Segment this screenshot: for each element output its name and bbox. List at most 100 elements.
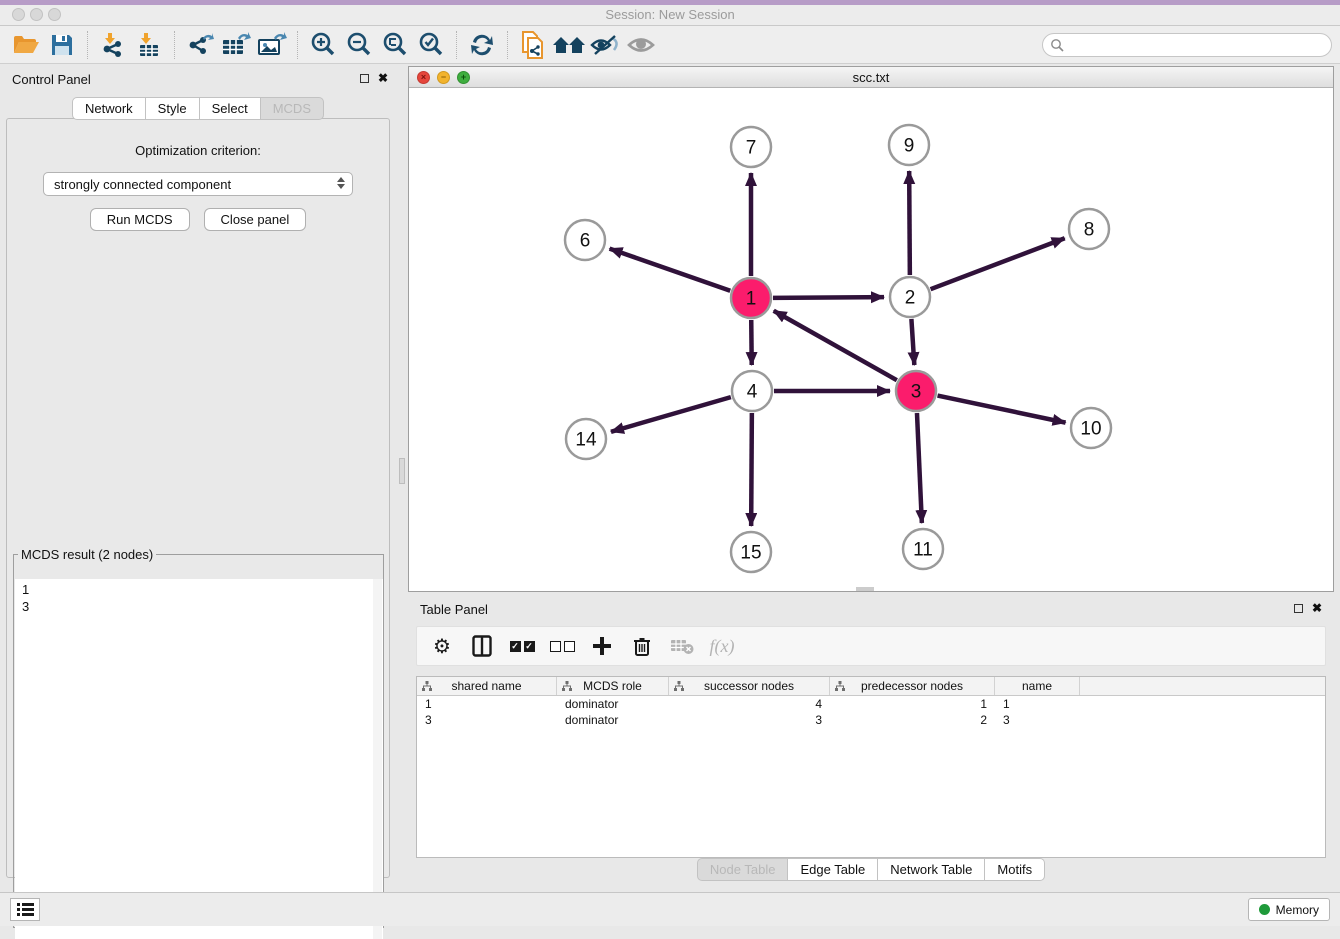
search-input[interactable] [1042,33,1332,57]
table-cell: 1 [830,696,995,712]
tab-motifs[interactable]: Motifs [985,858,1045,881]
svg-text:11: 11 [913,540,933,561]
svg-text:6: 6 [580,231,591,252]
graph-edge-4-14[interactable] [611,397,731,432]
network-window-titlebar[interactable]: × − + scc.txt [409,67,1333,88]
zoom-in-icon[interactable] [305,30,341,60]
graph-node-2[interactable]: 2 [890,277,930,317]
graph-node-14[interactable]: 14 [566,419,606,459]
tab-edge-table[interactable]: Edge Table [788,858,878,881]
mcds-result-list[interactable]: 1 3 [15,579,383,939]
export-image-icon[interactable] [254,30,290,60]
table-tabs: Node TableEdge TableNetwork TableMotifs [408,858,1334,881]
zoom-out-icon[interactable] [341,30,377,60]
network-canvas[interactable]: 1 2 3 4 6 7 8 9 10 11 14 15 [409,88,1333,591]
table-panel-title: Table Panel [420,602,488,617]
graph-edge-4-15[interactable] [751,413,752,526]
first-neighbors-icon[interactable] [551,30,587,60]
column-header-MCDS-role[interactable]: MCDS role [557,677,669,695]
float-panel-icon[interactable] [360,74,369,83]
float-table-panel-icon[interactable] [1294,604,1303,613]
criterion-selected-value: strongly connected component [54,177,231,192]
column-header-name[interactable]: name [995,677,1080,695]
graph-edge-1-2[interactable] [773,297,884,298]
import-table-icon[interactable] [131,30,167,60]
show-all-icon[interactable] [623,30,659,60]
svg-text:7: 7 [746,138,757,159]
table-cell: 1 [417,696,557,712]
tab-network[interactable]: Network [72,97,146,120]
graph-edge-3-1[interactable] [774,311,897,380]
panel-splitter[interactable] [396,66,408,882]
save-session-icon[interactable] [44,30,80,60]
graph-edge-1-6[interactable] [610,249,731,291]
graph-edge-3-10[interactable] [938,396,1066,423]
graph-node-3[interactable]: 3 [896,371,936,411]
column-label: shared name [451,679,521,693]
criterion-select[interactable]: strongly connected component [43,172,353,196]
graph-node-4[interactable]: 4 [732,371,772,411]
network-window-title: scc.txt [409,70,1333,85]
delete-table-icon[interactable] [669,633,695,659]
close-panel-icon[interactable]: ✖ [378,72,388,84]
column-header-shared-name[interactable]: shared name [417,677,557,695]
table-settings-icon[interactable]: ⚙ [429,633,455,659]
tab-style[interactable]: Style [146,97,200,120]
memory-status-icon [1259,904,1270,915]
memory-label: Memory [1276,903,1319,917]
import-network-icon[interactable] [95,30,131,60]
canvas-scroll-grip[interactable] [856,587,874,591]
export-network-icon[interactable] [182,30,218,60]
graph-node-8[interactable]: 8 [1069,209,1109,249]
open-file-icon[interactable] [8,30,44,60]
tab-node-table[interactable]: Node Table [697,858,789,881]
export-table-icon[interactable] [218,30,254,60]
memory-button[interactable]: Memory [1248,898,1330,921]
status-bar: Memory [0,892,1340,926]
column-header-predecessor-nodes[interactable]: predecessor nodes [830,677,995,695]
graph-node-11[interactable]: 11 [903,529,943,569]
deselect-all-icon[interactable] [549,633,575,659]
tab-select[interactable]: Select [200,97,261,120]
graph-node-15[interactable]: 15 [731,532,771,572]
graph-edge-3-11[interactable] [917,413,922,523]
graph-node-6[interactable]: 6 [565,220,605,260]
graph-node-10[interactable]: 10 [1071,408,1111,448]
table-row[interactable]: 3dominator323 [417,712,1325,728]
graph-node-7[interactable]: 7 [731,127,771,167]
control-panel-title: Control Panel [12,72,91,87]
zoom-fit-icon[interactable] [377,30,413,60]
graph-node-9[interactable]: 9 [889,125,929,165]
select-all-icon[interactable]: ✓✓ [509,633,535,659]
table-body: 1dominator4113dominator323 [417,696,1325,728]
result-scrollbar[interactable] [373,579,382,939]
task-history-button[interactable] [10,898,40,921]
optimization-criterion-label: Optimization criterion: [7,143,389,158]
main-toolbar [0,26,1340,64]
refresh-layout-icon[interactable] [464,30,500,60]
tab-mcds[interactable]: MCDS [261,97,324,120]
graph-node-1[interactable]: 1 [731,278,771,318]
delete-column-icon[interactable] [629,633,655,659]
run-mcds-button[interactable]: Run MCDS [90,208,190,231]
svg-text:14: 14 [575,430,597,451]
graph-edge-2-8[interactable] [931,238,1065,289]
table-row[interactable]: 1dominator411 [417,696,1325,712]
close-panel-button[interactable]: Close panel [204,208,307,231]
zoom-selected-icon[interactable] [413,30,449,60]
function-builder-icon[interactable]: f(x) [709,633,735,659]
column-label: MCDS role [583,679,642,693]
column-header-successor-nodes[interactable]: successor nodes [669,677,830,695]
mcds-result-title: MCDS result (2 nodes) [18,547,156,562]
hide-selected-icon[interactable] [587,30,623,60]
svg-text:10: 10 [1080,419,1101,440]
network-view-window: × − + scc.txt 1 2 3 4 6 7 8 9 10 11 14 15 [408,66,1334,592]
add-column-icon[interactable] [589,633,615,659]
graph-edge-2-3[interactable] [911,319,914,365]
graph-edge-2-9[interactable] [909,171,910,275]
tab-network-table[interactable]: Network Table [878,858,985,881]
clone-network-icon[interactable] [515,30,551,60]
toolbar-separator [174,31,175,59]
column-visibility-icon[interactable] [469,633,495,659]
close-table-panel-icon[interactable]: ✖ [1312,602,1322,614]
